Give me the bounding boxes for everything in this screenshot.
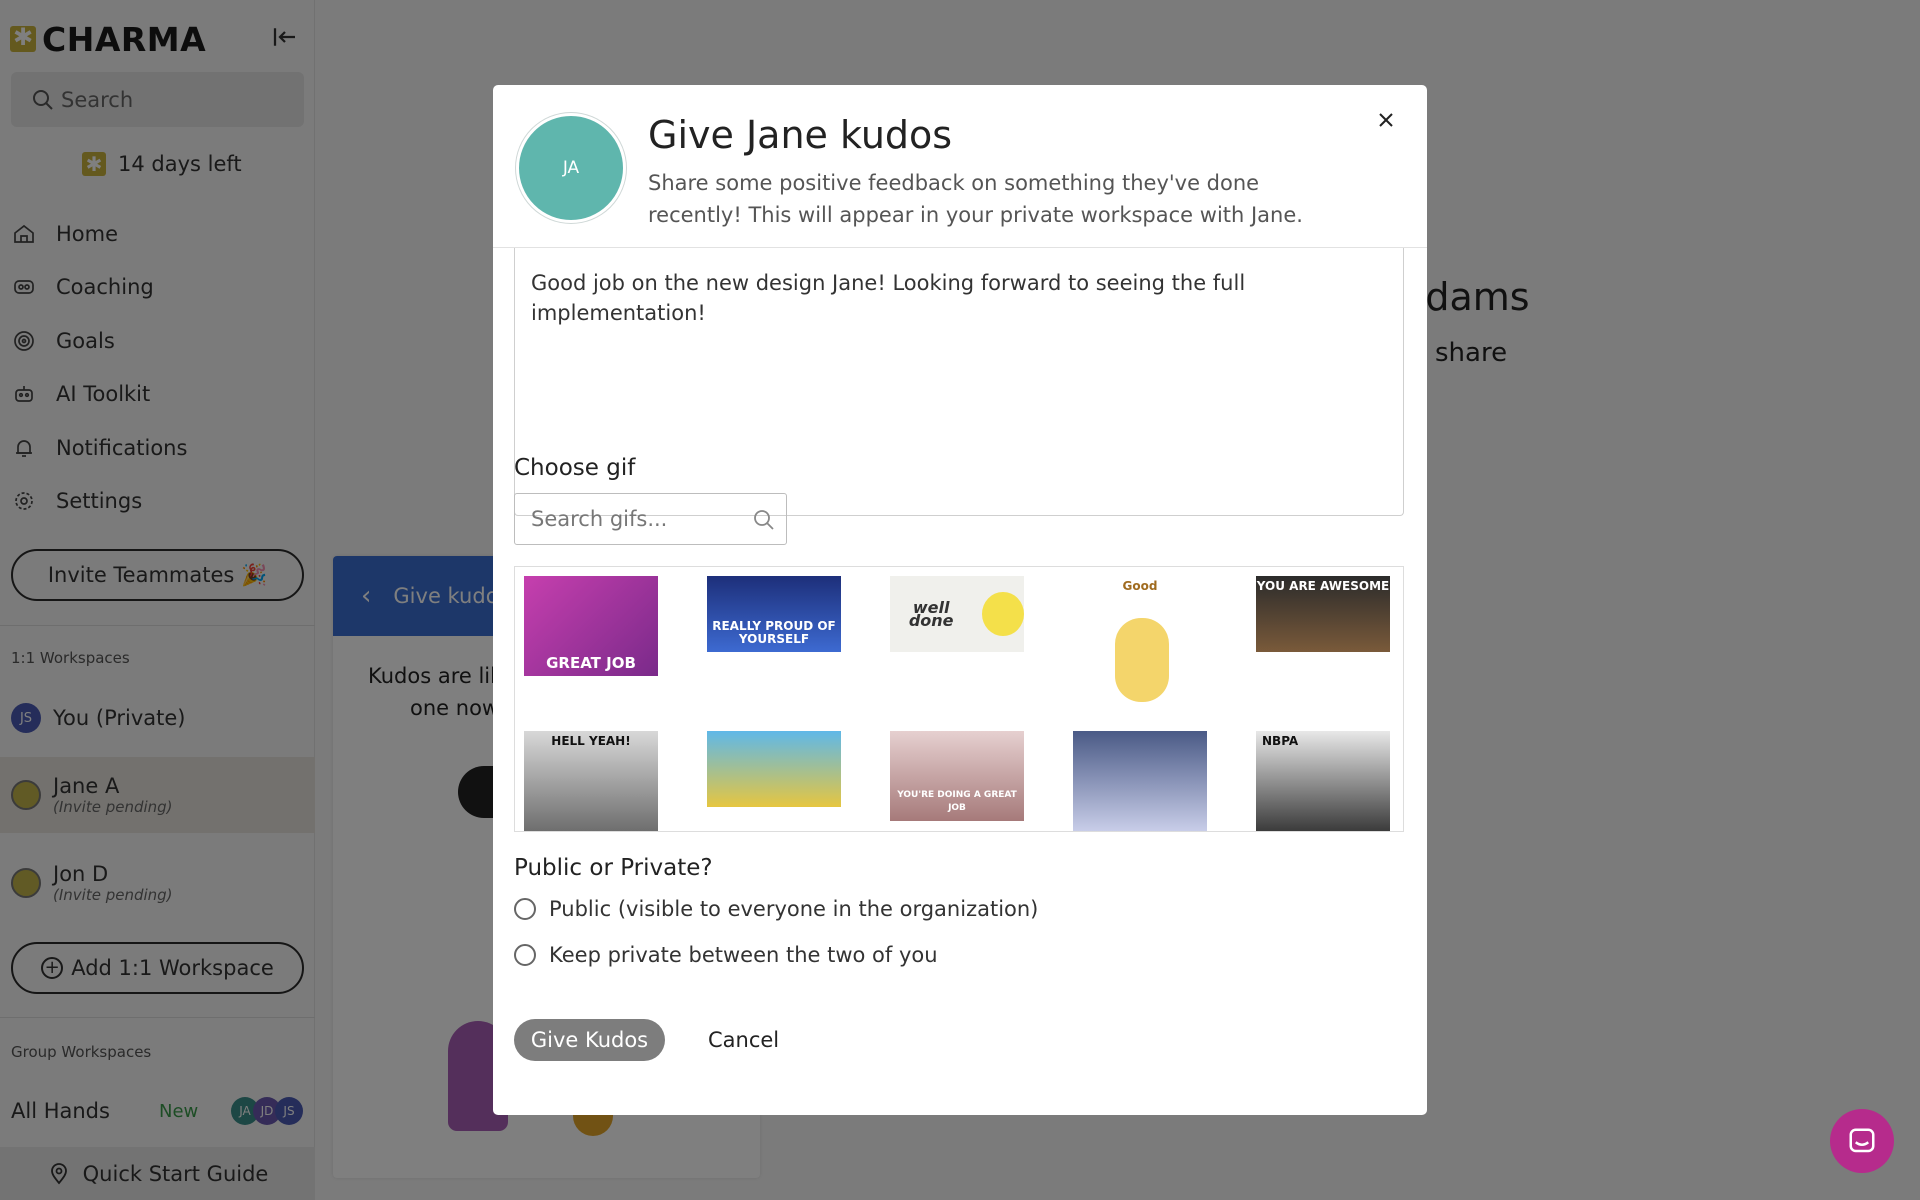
gif-option[interactable]: well done xyxy=(890,576,1024,652)
visibility-label: Public or Private? xyxy=(514,855,713,881)
gif-option[interactable]: NBPA xyxy=(1256,731,1390,831)
gif-option[interactable]: YOU ARE AWESOME xyxy=(1256,576,1390,652)
pineapple-icon xyxy=(1115,618,1169,702)
public-option[interactable]: Public (visible to everyone in the organ… xyxy=(514,897,1038,921)
modal-title: Give Jane kudos xyxy=(648,113,953,157)
private-option[interactable]: Keep private between the two of you xyxy=(514,943,938,967)
gif-option[interactable]: HELL YEAH! xyxy=(524,731,658,831)
give-kudos-button[interactable]: Give Kudos xyxy=(514,1019,665,1061)
smiley-icon xyxy=(982,592,1024,636)
gif-caption: well done xyxy=(908,598,954,630)
gif-option[interactable]: YOU'RE DOING A GREAT JOB xyxy=(890,731,1024,821)
gif-option[interactable]: Good xyxy=(1073,576,1207,710)
public-option-label: Public (visible to everyone in the organ… xyxy=(549,897,1039,921)
modal-description: Share some positive feedback on somethin… xyxy=(648,171,1303,227)
private-radio[interactable] xyxy=(514,944,536,966)
choose-gif-label: Choose gif xyxy=(514,455,636,481)
private-option-label: Keep private between the two of you xyxy=(549,943,938,967)
chat-icon xyxy=(1849,1128,1875,1153)
public-radio[interactable] xyxy=(514,898,536,920)
gif-search-placeholder: Search gifs... xyxy=(531,507,668,531)
chat-launcher-button[interactable] xyxy=(1830,1109,1894,1173)
gif-option[interactable] xyxy=(1073,731,1207,831)
gif-caption: GREAT JOB xyxy=(546,654,636,672)
gif-grid: GREAT JOB REALLY PROUD OF YOURSELF well … xyxy=(514,566,1404,832)
gif-caption: YOU'RE DOING A GREAT JOB xyxy=(897,790,1017,813)
gif-search-input[interactable]: Search gifs... xyxy=(514,493,787,545)
gif-caption: YOU ARE AWESOME xyxy=(1256,579,1390,593)
recipient-avatar: JA xyxy=(516,113,626,223)
close-button[interactable] xyxy=(1371,105,1401,135)
close-icon xyxy=(1379,113,1393,127)
gif-caption: REALLY PROUD OF YOURSELF xyxy=(712,619,836,646)
gif-caption: Good xyxy=(1122,579,1158,593)
gif-caption: HELL YEAH! xyxy=(551,734,631,748)
gif-option[interactable]: REALLY PROUD OF YOURSELF xyxy=(707,576,841,652)
cancel-button[interactable]: Cancel xyxy=(708,1019,779,1061)
modal-header: JA Give Jane kudos Share some positive f… xyxy=(493,85,1427,248)
kudos-message-textarea[interactable]: Good job on the new design Jane! Looking… xyxy=(514,248,1404,516)
search-icon xyxy=(754,510,774,530)
gif-caption: NBPA xyxy=(1262,734,1299,748)
gif-option[interactable] xyxy=(707,731,841,807)
gif-option[interactable]: GREAT JOB xyxy=(524,576,658,676)
give-kudos-modal: JA Give Jane kudos Share some positive f… xyxy=(493,85,1427,1115)
